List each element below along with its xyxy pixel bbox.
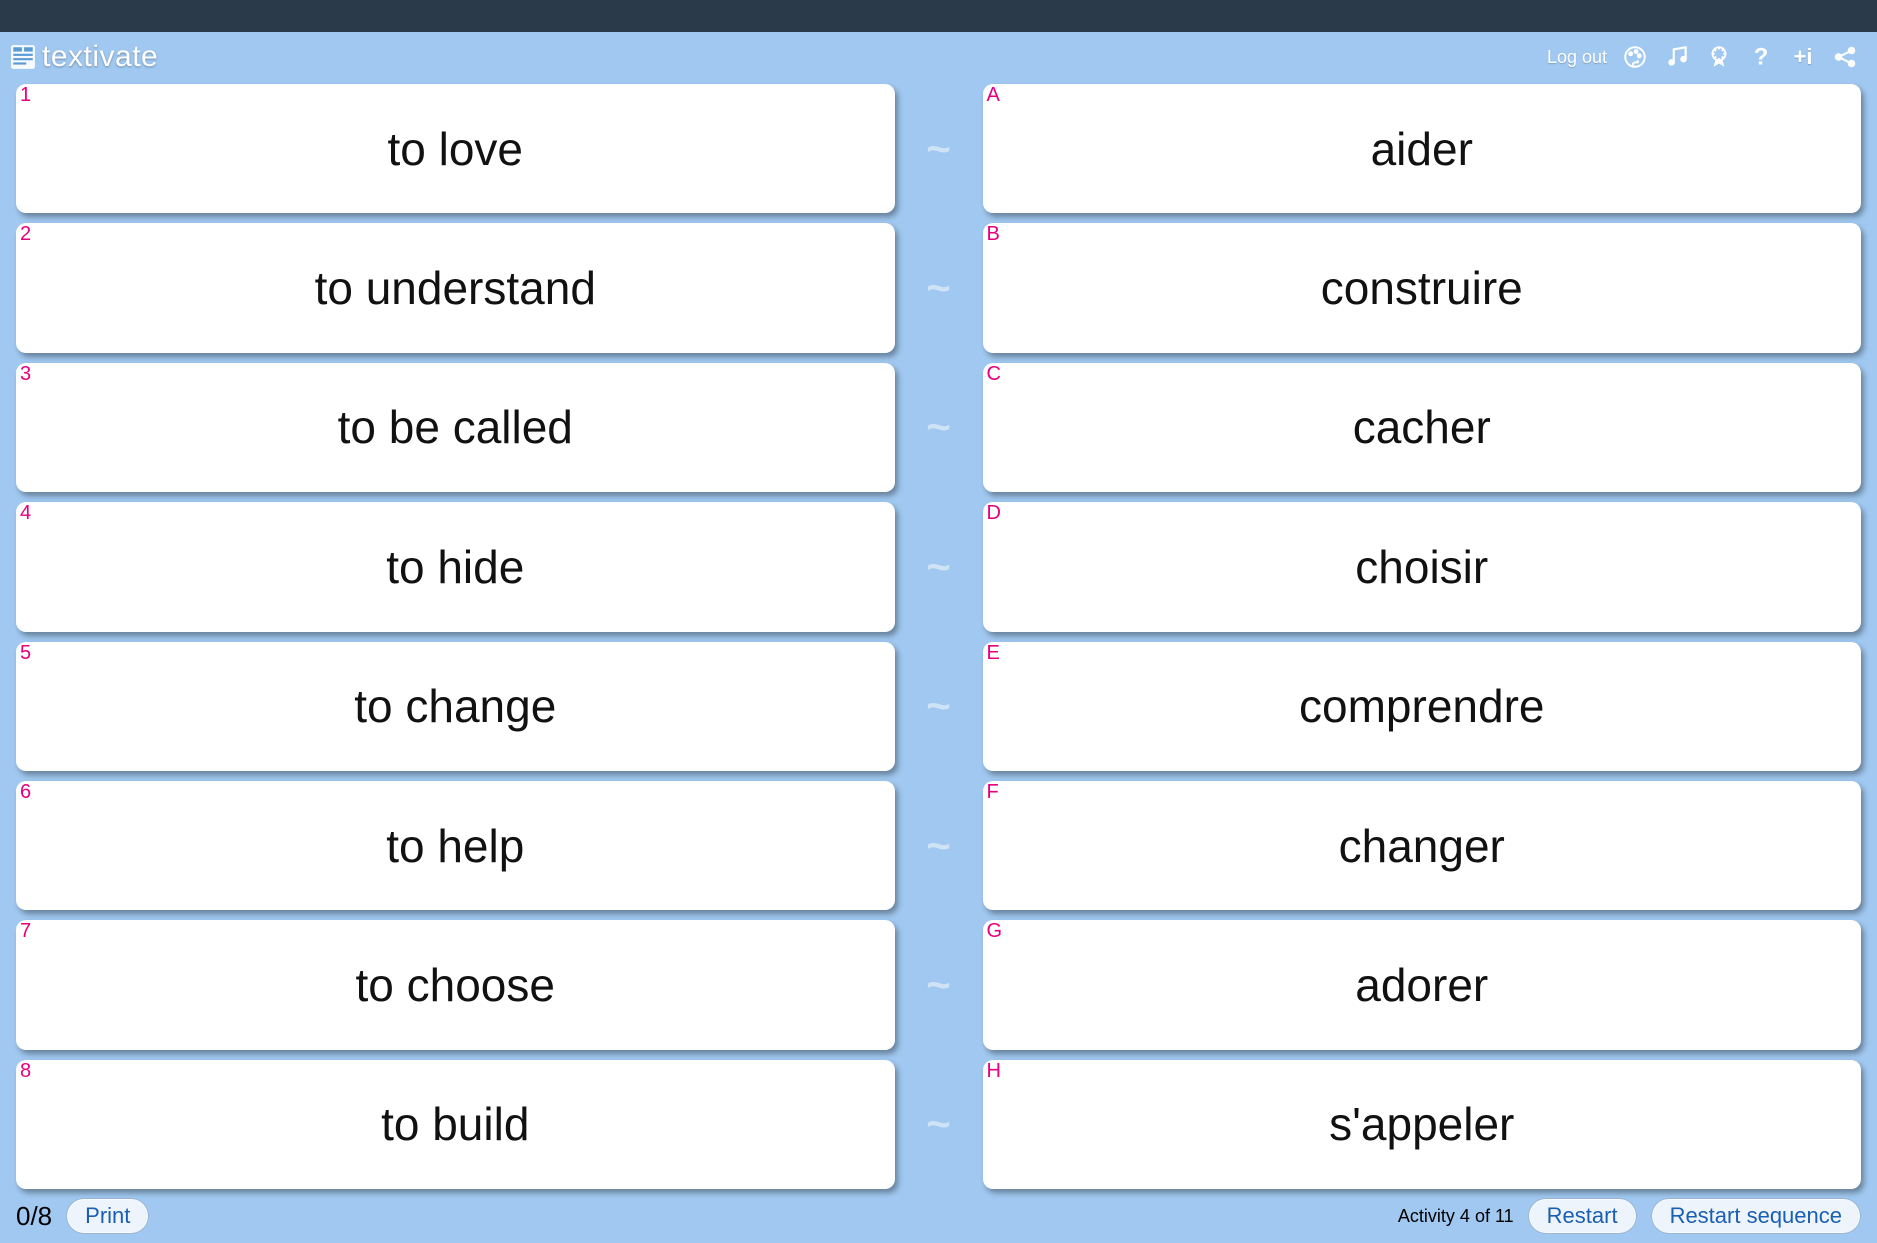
- left-card-text: to understand: [315, 261, 596, 315]
- logout-link[interactable]: Log out: [1547, 47, 1607, 68]
- left-card-wrap: 2 to understand: [16, 223, 895, 352]
- right-card-text: construire: [1321, 261, 1523, 315]
- left-card[interactable]: to hide: [16, 502, 895, 631]
- right-card[interactable]: comprendre: [983, 642, 1862, 771]
- help-icon[interactable]: ?: [1747, 43, 1775, 71]
- left-card-wrap: 5 to change: [16, 642, 895, 771]
- footer-bar: 0/8 Print Activity 4 of 11 Restart Resta…: [0, 1189, 1877, 1243]
- separator-column: ~~~~~~~~: [919, 84, 959, 1189]
- right-card-tag: H: [987, 1060, 1001, 1083]
- activity-counter: Activity 4 of 11: [1398, 1206, 1514, 1227]
- right-column: AaiderBconstruireCcacherDchoisirEcompren…: [983, 84, 1862, 1189]
- right-card[interactable]: adorer: [983, 920, 1862, 1049]
- app-header: textivate Log out ? +i: [0, 32, 1877, 80]
- left-card-tag: 3: [20, 363, 31, 386]
- match-tilde-icon: ~: [926, 223, 951, 352]
- right-card[interactable]: s'appeler: [983, 1060, 1862, 1189]
- left-card-wrap: 8 to build: [16, 1060, 895, 1189]
- match-tilde-icon: ~: [926, 84, 951, 213]
- brand[interactable]: textivate: [10, 40, 158, 74]
- right-card[interactable]: construire: [983, 223, 1862, 352]
- left-card-text: to hide: [386, 540, 524, 594]
- left-card-text: to choose: [356, 958, 555, 1012]
- left-card-text: to be called: [338, 400, 573, 454]
- right-card-wrap: Hs'appeler: [983, 1060, 1862, 1189]
- print-button[interactable]: Print: [66, 1198, 149, 1234]
- left-card[interactable]: to understand: [16, 223, 895, 352]
- left-card-text: to change: [354, 679, 556, 733]
- header-toolbar: Log out ? +i: [1547, 43, 1859, 71]
- share-icon[interactable]: [1831, 43, 1859, 71]
- left-card[interactable]: to build: [16, 1060, 895, 1189]
- right-card-wrap: Fchanger: [983, 781, 1862, 910]
- left-card-tag: 4: [20, 502, 31, 525]
- right-card-tag: B: [987, 223, 1000, 246]
- right-card-text: adorer: [1355, 958, 1488, 1012]
- right-card-tag: E: [987, 642, 1000, 665]
- brand-logo-icon: [10, 44, 36, 70]
- left-card-tag: 1: [20, 84, 31, 107]
- left-card-wrap: 7 to choose: [16, 920, 895, 1049]
- right-card-text: cacher: [1353, 400, 1491, 454]
- left-card-tag: 5: [20, 642, 31, 665]
- svg-text:?: ?: [1754, 44, 1769, 70]
- match-tilde-icon: ~: [926, 1060, 951, 1189]
- right-card[interactable]: aider: [983, 84, 1862, 213]
- palette-icon[interactable]: [1621, 43, 1649, 71]
- right-card-wrap: Bconstruire: [983, 223, 1862, 352]
- match-tilde-icon: ~: [926, 781, 951, 910]
- left-card-tag: 2: [20, 223, 31, 246]
- right-card-text: changer: [1339, 819, 1505, 873]
- right-card[interactable]: changer: [983, 781, 1862, 910]
- browser-top-strip: [0, 0, 1877, 32]
- left-card[interactable]: to help: [16, 781, 895, 910]
- matching-game-area: 1 to love 2 to understand 3 to be called 4 to h…: [0, 80, 1877, 1189]
- right-card-tag: F: [987, 781, 999, 804]
- right-card-wrap: Ccacher: [983, 363, 1862, 492]
- right-card[interactable]: cacher: [983, 363, 1862, 492]
- right-card[interactable]: choisir: [983, 502, 1862, 631]
- left-card-wrap: 3 to be called: [16, 363, 895, 492]
- left-card-wrap: 4 to hide: [16, 502, 895, 631]
- right-card-tag: A: [987, 84, 1000, 107]
- right-card-tag: C: [987, 363, 1001, 386]
- footer-left: 0/8 Print: [16, 1198, 149, 1234]
- award-icon[interactable]: [1705, 43, 1733, 71]
- info-plus-icon[interactable]: +i: [1789, 43, 1817, 71]
- restart-sequence-button[interactable]: Restart sequence: [1651, 1198, 1861, 1234]
- restart-button[interactable]: Restart: [1528, 1198, 1637, 1234]
- left-card-tag: 6: [20, 781, 31, 804]
- left-column: 1 to love 2 to understand 3 to be called 4 to h…: [16, 84, 895, 1189]
- music-icon[interactable]: [1663, 43, 1691, 71]
- match-tilde-icon: ~: [926, 642, 951, 771]
- right-card-text: choisir: [1355, 540, 1488, 594]
- right-card-text: aider: [1371, 122, 1473, 176]
- score-display: 0/8: [16, 1201, 52, 1232]
- right-card-text: s'appeler: [1329, 1097, 1514, 1151]
- left-card[interactable]: to change: [16, 642, 895, 771]
- right-card-wrap: Gadorer: [983, 920, 1862, 1049]
- left-card[interactable]: to love: [16, 84, 895, 213]
- right-card-wrap: Aaider: [983, 84, 1862, 213]
- left-card-tag: 8: [20, 1060, 31, 1083]
- right-card-wrap: Dchoisir: [983, 502, 1862, 631]
- match-tilde-icon: ~: [926, 502, 951, 631]
- left-card[interactable]: to be called: [16, 363, 895, 492]
- right-card-tag: G: [987, 920, 1003, 943]
- left-card-wrap: 6 to help: [16, 781, 895, 910]
- match-tilde-icon: ~: [926, 920, 951, 1049]
- left-card-text: to love: [387, 122, 523, 176]
- right-card-text: comprendre: [1299, 679, 1544, 733]
- brand-name: textivate: [42, 40, 158, 74]
- footer-right: Activity 4 of 11 Restart Restart sequenc…: [1398, 1198, 1861, 1234]
- left-card-wrap: 1 to love: [16, 84, 895, 213]
- right-card-tag: D: [987, 502, 1001, 525]
- left-card-tag: 7: [20, 920, 31, 943]
- right-card-wrap: Ecomprendre: [983, 642, 1862, 771]
- left-card-text: to help: [386, 819, 524, 873]
- left-card[interactable]: to choose: [16, 920, 895, 1049]
- match-tilde-icon: ~: [926, 363, 951, 492]
- left-card-text: to build: [381, 1097, 529, 1151]
